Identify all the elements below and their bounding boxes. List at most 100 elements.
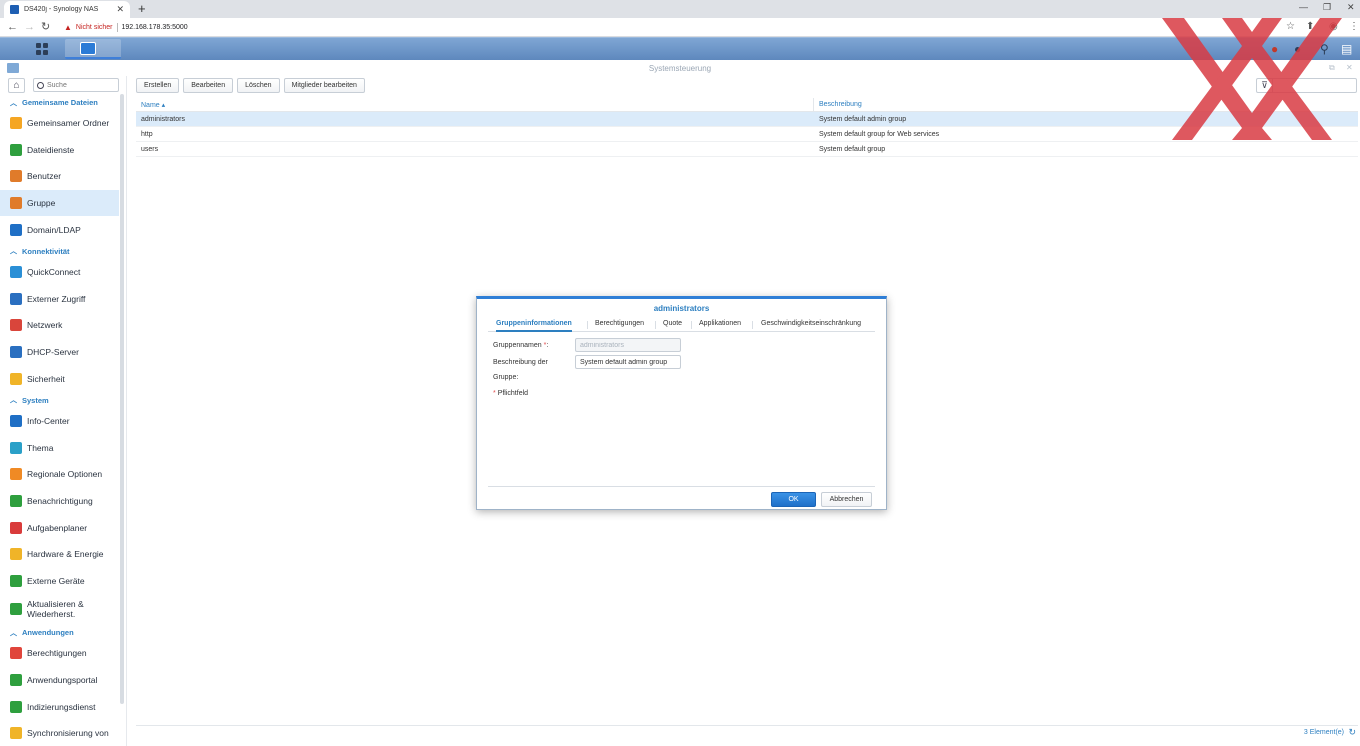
sidebar-item[interactable]: Benachrichtigung xyxy=(0,488,126,515)
table-row[interactable]: administrators System default admin grou… xyxy=(136,112,1358,127)
sidebar-section-header[interactable]: ︿ Konnektivität xyxy=(0,244,126,259)
indexing-service-icon xyxy=(10,700,22,713)
sidebar-item[interactable]: Gemeinsamer Ordner xyxy=(0,110,126,137)
tab-separator xyxy=(691,321,692,329)
item-count: 3 Element(e) xyxy=(1303,729,1344,736)
sidebar: ⌂ ︿ Gemeinsame Dateien Gemeinsamer Ordner D… xyxy=(0,76,127,746)
sidebar-scrollbar[interactable] xyxy=(120,94,124,704)
window-title-bar: Systemsteuerung ⧉ ✕ xyxy=(0,60,1360,76)
window-restore-icon[interactable]: ⧉ xyxy=(1329,63,1335,73)
forward-arrow-icon[interactable]: → xyxy=(24,21,35,33)
tab-group-info[interactable]: Gruppeninformationen xyxy=(496,320,572,332)
home-icon: ⌂ xyxy=(13,80,20,91)
sidebar-item[interactable]: Anwendungsportal xyxy=(0,667,126,694)
sidebar-item[interactable]: Berechtigungen xyxy=(0,640,126,667)
group-name-field[interactable] xyxy=(575,338,681,352)
cancel-button[interactable]: Abbrechen xyxy=(821,492,872,507)
sidebar-item[interactable]: Benutzer xyxy=(0,163,126,190)
tab-speed-limit[interactable]: Geschwindigkeitseinschränkung xyxy=(761,320,861,327)
home-button[interactable]: ⌂ xyxy=(8,78,25,93)
reload-icon[interactable]: ↻ xyxy=(41,21,50,33)
profile-sync-icon[interactable]: ◉ xyxy=(1329,21,1338,32)
sidebar-section-header[interactable]: ︿ System xyxy=(0,393,126,408)
filter-funnel-icon[interactable]: ⊽ xyxy=(1257,79,1273,92)
chevron-up-icon: ︿ xyxy=(10,397,17,405)
delete-button[interactable]: Löschen xyxy=(237,78,280,93)
address-bar[interactable]: ▲ Nicht sicher 192.168.178.35:5000 xyxy=(58,20,1298,35)
sort-indicator: ▴ xyxy=(161,102,166,109)
extension-icon[interactable]: ⬆ xyxy=(1306,21,1314,32)
sidebar-top: ⌂ xyxy=(0,76,126,94)
cell-description: System default group for Web services xyxy=(819,131,940,138)
sidebar-item[interactable]: Domain/LDAP xyxy=(0,216,126,243)
group-edit-dialog: administrators Gruppeninformationen Bere… xyxy=(476,296,887,510)
sidebar-item[interactable]: Info-Center xyxy=(0,408,126,435)
window-close-icon[interactable]: ✕ xyxy=(1346,63,1353,72)
sidebar-section-header[interactable]: ︿ Anwendungen xyxy=(0,625,126,640)
new-tab-button[interactable]: + xyxy=(138,1,146,17)
table-row[interactable]: http System default group for Web servic… xyxy=(136,127,1358,142)
sidebar-item[interactable]: Externer Zugriff xyxy=(0,286,126,313)
group-name-label-colon: : xyxy=(546,342,549,349)
sidebar-item[interactable]: Regionale Optionen xyxy=(0,461,126,488)
sidebar-item-label: Regionale Optionen xyxy=(27,469,103,480)
notification-chat-icon[interactable]: ● xyxy=(1271,42,1278,56)
sidebar-item[interactable]: Indizierungsdienst xyxy=(0,693,126,720)
edit-button[interactable]: Bearbeiten xyxy=(183,78,234,93)
dsm-taskbar: ● ● ⚲ ▤ xyxy=(0,37,1360,60)
sidebar-item[interactable]: Hardware & Energie xyxy=(0,541,126,568)
sidebar-item[interactable]: DHCP-Server xyxy=(0,339,126,366)
minimize-window-icon[interactable]: — xyxy=(1299,2,1308,12)
widgets-icon[interactable]: ▤ xyxy=(1341,42,1352,56)
filter-box[interactable]: ⊽ xyxy=(1256,78,1357,93)
table-row[interactable]: users System default group xyxy=(136,142,1358,157)
tab-separator xyxy=(655,321,656,329)
control-panel-taskbar-button[interactable] xyxy=(65,39,121,59)
sidebar-search[interactable] xyxy=(33,78,119,92)
browser-tab[interactable]: DS420j - Synology NAS ✕ xyxy=(4,1,130,18)
url-text: 192.168.178.35:5000 xyxy=(121,24,188,31)
sidebar-item[interactable]: Netzwerk xyxy=(0,312,126,339)
ok-button[interactable]: OK xyxy=(771,492,816,507)
sidebar-item[interactable]: Externe Geräte xyxy=(0,568,126,595)
column-separator[interactable] xyxy=(813,98,814,112)
sidebar-section-header[interactable]: ︿ Gemeinsame Dateien xyxy=(0,95,126,110)
cell-name: administrators xyxy=(141,116,185,123)
browser-menu-icon[interactable]: ⋮ xyxy=(1349,21,1359,32)
sidebar-item-label: Berechtigungen xyxy=(27,648,87,659)
sidebar-item[interactable]: Thema xyxy=(0,435,126,462)
shared-folder-icon xyxy=(10,117,22,130)
tab-applications[interactable]: Applikationen xyxy=(699,320,741,327)
close-tab-icon[interactable]: ✕ xyxy=(116,4,124,15)
sidebar-item[interactable]: QuickConnect xyxy=(0,259,126,286)
sidebar-item[interactable]: Gruppe xyxy=(0,189,119,217)
sidebar-item[interactable]: Synchronisierung von xyxy=(0,720,126,746)
back-arrow-icon[interactable]: ← xyxy=(7,21,18,33)
user-account-icon[interactable]: ● xyxy=(1294,42,1301,56)
security-shield-icon xyxy=(10,372,22,385)
required-note: * Pflichtfeld xyxy=(493,390,528,397)
browser-tab-title: DS420j - Synology NAS xyxy=(24,6,99,13)
sidebar-item[interactable]: Dateidienste xyxy=(0,137,126,164)
sidebar-item-label: Thema xyxy=(27,442,54,453)
main-menu-button[interactable] xyxy=(7,39,63,59)
description-field[interactable] xyxy=(575,355,681,369)
close-window-icon[interactable]: ✕ xyxy=(1347,2,1355,13)
quickconnect-icon xyxy=(10,266,22,279)
restore-window-icon[interactable]: ❐ xyxy=(1323,2,1331,13)
browser-toolbar: ← → ↻ ▲ Nicht sicher 192.168.178.35:5000… xyxy=(0,18,1360,37)
sidebar-search-input[interactable] xyxy=(47,81,117,89)
sidebar-item[interactable]: Aktualisieren & Wiederherst. xyxy=(0,594,126,624)
sidebar-item[interactable]: Aufgabenplaner xyxy=(0,514,126,541)
refresh-icon[interactable]: ↻ xyxy=(1348,727,1356,738)
sidebar-item[interactable]: Sicherheit xyxy=(0,365,126,392)
bookmark-star-icon[interactable]: ☆ xyxy=(1286,21,1295,32)
tab-permissions[interactable]: Berechtigungen xyxy=(595,320,644,327)
group-toolbar: Erstellen Bearbeiten Löschen Mitglieder … xyxy=(136,78,365,94)
search-icon[interactable]: ⚲ xyxy=(1320,42,1329,56)
create-button[interactable]: Erstellen xyxy=(136,78,180,93)
edit-members-button[interactable]: Mitglieder bearbeiten xyxy=(283,78,365,93)
column-header-description[interactable]: Beschreibung xyxy=(819,101,862,108)
tab-quota[interactable]: Quote xyxy=(663,320,682,327)
column-header-name[interactable]: Name ▴ xyxy=(141,101,165,109)
